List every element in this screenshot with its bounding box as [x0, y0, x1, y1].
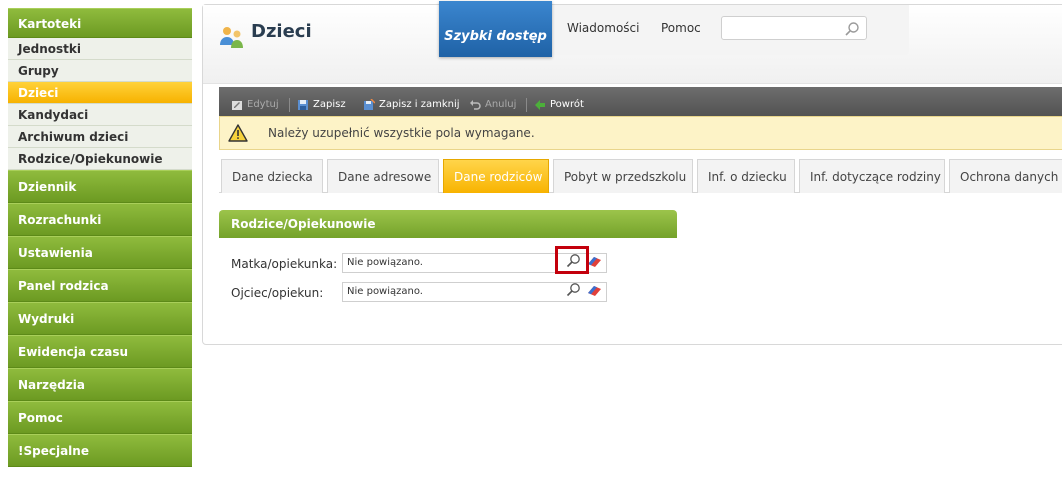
sidebar-section-dziennik[interactable]: Dziennik — [8, 170, 192, 203]
messages-link[interactable]: Wiadomości — [567, 21, 639, 35]
tab-inf-o-dziecku[interactable]: Inf. o dziecku — [697, 159, 795, 193]
help-link[interactable]: Pomoc — [661, 21, 701, 35]
tab-dane-rodzicow[interactable]: Dane rodziców — [443, 159, 549, 193]
sidebar: Kartoteki Jednostki Grupy Dzieci Kandyda… — [8, 8, 192, 499]
tab-dane-dziecka[interactable]: Dane dziecka — [221, 159, 323, 193]
highlight-box — [555, 246, 589, 274]
undo-icon — [470, 100, 481, 110]
tab-inf-dotyczace-rodziny[interactable]: Inf. dotyczące rodziny — [799, 159, 945, 193]
tab-dane-adresowe[interactable]: Dane adresowe — [327, 159, 439, 193]
quick-access-button[interactable]: Szybki dostęp — [439, 1, 552, 57]
back-arrow-icon — [535, 100, 545, 110]
floppy-icon — [298, 100, 308, 110]
sidebar-item-dzieci[interactable]: Dzieci — [8, 82, 192, 104]
search-icon[interactable] — [844, 21, 860, 37]
sidebar-section-panel-rodzica[interactable]: Panel rodzica — [8, 269, 192, 302]
father-clear-icon[interactable] — [586, 283, 602, 297]
validation-warning: Należy uzupełnić wszystkie pola wymagane… — [219, 116, 1062, 150]
sidebar-section-specjalne[interactable]: !Specjalne — [8, 434, 192, 467]
tab-ochrona-danych[interactable]: Ochrona danych — [949, 159, 1062, 193]
sidebar-section-kartoteki[interactable]: Kartoteki — [8, 8, 192, 38]
sidebar-section-ustawienia[interactable]: Ustawienia — [8, 236, 192, 269]
toolbar-divider — [289, 98, 290, 112]
mother-label: Matka/opiekunka: — [231, 257, 338, 271]
sidebar-section-wydruki[interactable]: Wydruki — [8, 302, 192, 335]
mother-value: Nie powiązano. — [347, 257, 423, 268]
father-value: Nie powiązano. — [347, 286, 423, 297]
father-search-icon[interactable] — [566, 282, 581, 297]
main-panel: Dzieci Szybki dostęp Wiadomości Pomoc Ed… — [202, 1, 1062, 345]
sidebar-item-archiwum-dzieci[interactable]: Archiwum dzieci — [8, 126, 192, 148]
warning-text: Należy uzupełnić wszystkie pola wymagane… — [268, 126, 535, 140]
edit-icon — [232, 101, 242, 110]
toolbar-divider — [526, 98, 527, 112]
search-box — [721, 16, 867, 40]
sidebar-section-narzedzia[interactable]: Narzędzia — [8, 368, 192, 401]
sidebar-section-pomoc[interactable]: Pomoc — [8, 401, 192, 434]
section-header: Rodzice/Opiekunowie — [219, 210, 677, 238]
sidebar-section-ewidencja-czasu[interactable]: Ewidencja czasu — [8, 335, 192, 368]
father-label: Ojciec/opiekun: — [231, 286, 324, 300]
sidebar-item-kandydaci[interactable]: Kandydaci — [8, 104, 192, 126]
search-input[interactable] — [726, 18, 846, 40]
people-icon — [220, 27, 243, 48]
floppy-close-icon — [364, 99, 375, 110]
sidebar-item-grupy[interactable]: Grupy — [8, 60, 192, 82]
page-title: Dzieci — [251, 21, 312, 42]
tab-pobyt-w-przedszkolu[interactable]: Pobyt w przedszkolu — [553, 159, 693, 193]
warning-icon — [228, 124, 248, 142]
sidebar-section-rozrachunki[interactable]: Rozrachunki — [8, 203, 192, 236]
sidebar-item-jednostki[interactable]: Jednostki — [8, 38, 192, 60]
sidebar-item-rodzice-opiekunowie[interactable]: Rodzice/Opiekunowie — [8, 148, 192, 170]
